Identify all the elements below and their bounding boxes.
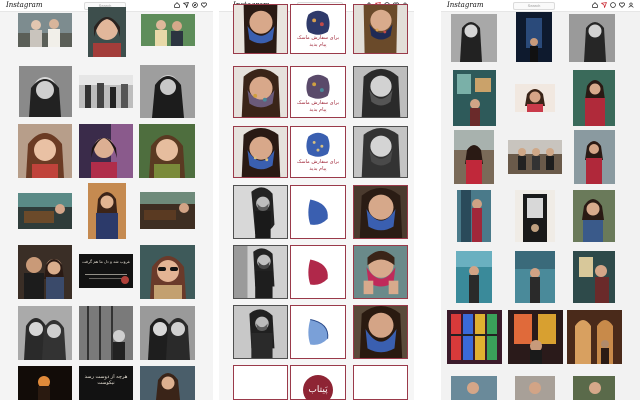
post-tile[interactable] xyxy=(18,366,72,400)
post-tile[interactable] xyxy=(18,13,72,47)
post-tile[interactable] xyxy=(574,130,615,184)
post-tile[interactable] xyxy=(140,192,195,229)
profile-panel-1: Instagram Search غروب شد و دل ما هم گرفت… xyxy=(0,0,213,400)
post-tile[interactable] xyxy=(353,126,408,178)
post-tile[interactable] xyxy=(353,66,408,118)
post-caption-text: برای سفارش ماسک پیام بدید xyxy=(296,100,340,113)
post-tile[interactable] xyxy=(233,4,288,54)
post-tile[interactable] xyxy=(88,183,126,239)
post-tile[interactable] xyxy=(79,124,133,178)
post-tile[interactable] xyxy=(573,251,615,303)
post-tile[interactable]: غروب شد و دل ما هم گرفت xyxy=(79,254,133,288)
post-tile[interactable] xyxy=(456,251,492,303)
post-tile[interactable] xyxy=(515,84,555,112)
post-tile[interactable] xyxy=(451,14,497,62)
home-icon[interactable] xyxy=(592,2,598,8)
post-tile[interactable] xyxy=(140,366,195,400)
post-tile[interactable] xyxy=(353,305,408,359)
post-tile[interactable] xyxy=(515,251,555,303)
post-tile[interactable] xyxy=(453,70,496,126)
post-tile[interactable]: پَیتاب xyxy=(290,365,346,400)
post-tile[interactable]: برای سفارش ماسک پیام بدید xyxy=(290,4,346,54)
post-tile[interactable] xyxy=(79,75,133,108)
post-tile[interactable] xyxy=(290,305,346,359)
post-tile[interactable] xyxy=(290,185,346,239)
post-tile[interactable] xyxy=(573,376,615,400)
heart-icon[interactable] xyxy=(201,2,207,8)
post-tile[interactable] xyxy=(140,65,195,118)
post-tile[interactable] xyxy=(515,376,555,400)
post-tile[interactable] xyxy=(139,124,195,178)
post-tile[interactable] xyxy=(233,365,288,400)
brand-logo: پَیتاب xyxy=(303,375,333,400)
post-tile[interactable]: هرچه از دوست رسد نیکوست xyxy=(79,366,133,400)
post-tile[interactable] xyxy=(353,245,408,299)
post-tile[interactable] xyxy=(140,306,195,360)
post-tile[interactable] xyxy=(141,14,195,46)
post-caption-text: برای سفارش ماسک پیام بدید xyxy=(296,159,340,172)
post-tile[interactable] xyxy=(79,306,133,360)
post-tile[interactable] xyxy=(567,310,622,364)
post-tile[interactable]: برای سفارش ماسک پیام بدید xyxy=(290,126,346,178)
post-tile[interactable] xyxy=(353,4,408,54)
post-tile[interactable] xyxy=(454,130,494,184)
post-caption-text: هرچه از دوست رسد نیکوست xyxy=(84,374,128,386)
post-tile[interactable] xyxy=(457,190,491,242)
post-tile[interactable] xyxy=(140,245,195,299)
post-tile[interactable] xyxy=(569,14,615,62)
post-tile[interactable] xyxy=(508,310,563,364)
search-input[interactable]: Search xyxy=(513,2,555,10)
post-tile[interactable] xyxy=(88,7,126,57)
post-tile[interactable] xyxy=(18,124,72,178)
profile-panel-2: Instagram Search برای سفارش ماسک پیام بد… xyxy=(219,0,414,400)
post-tile[interactable] xyxy=(233,66,288,118)
heart-icon[interactable] xyxy=(619,2,625,8)
instagram-logo: Instagram xyxy=(447,1,484,9)
panel-divider xyxy=(414,0,441,400)
post-tile[interactable] xyxy=(515,190,555,242)
home-icon[interactable] xyxy=(174,2,180,8)
post-tile[interactable] xyxy=(353,365,408,400)
post-tile[interactable] xyxy=(353,185,408,239)
post-tile[interactable] xyxy=(233,126,288,178)
explore-icon[interactable] xyxy=(610,2,616,8)
direct-message-icon[interactable] xyxy=(183,2,189,8)
post-tile[interactable]: برای سفارش ماسک پیام بدید xyxy=(290,66,346,118)
post-tile[interactable] xyxy=(18,245,72,299)
post-tile[interactable] xyxy=(447,310,502,364)
post-tile[interactable] xyxy=(516,12,552,62)
direct-message-icon[interactable] xyxy=(601,2,607,8)
post-tile[interactable] xyxy=(233,185,288,239)
post-tile[interactable] xyxy=(573,70,615,126)
post-tile[interactable] xyxy=(233,245,288,299)
post-tile[interactable] xyxy=(233,305,288,359)
post-tile[interactable] xyxy=(18,193,72,229)
instagram-logo: Instagram xyxy=(6,1,43,9)
post-tile[interactable] xyxy=(508,140,562,174)
explore-icon[interactable] xyxy=(192,2,198,8)
post-tile[interactable] xyxy=(18,306,72,360)
profile-icon[interactable] xyxy=(628,2,634,8)
post-tile[interactable] xyxy=(451,376,497,400)
post-caption-text: برای سفارش ماسک پیام بدید xyxy=(296,35,340,49)
post-tile[interactable] xyxy=(290,245,346,299)
post-tile[interactable] xyxy=(573,190,615,242)
profile-panel-3: Instagram Search xyxy=(441,0,640,400)
post-tile[interactable] xyxy=(19,66,72,117)
top-bar: Instagram Search xyxy=(441,0,640,12)
